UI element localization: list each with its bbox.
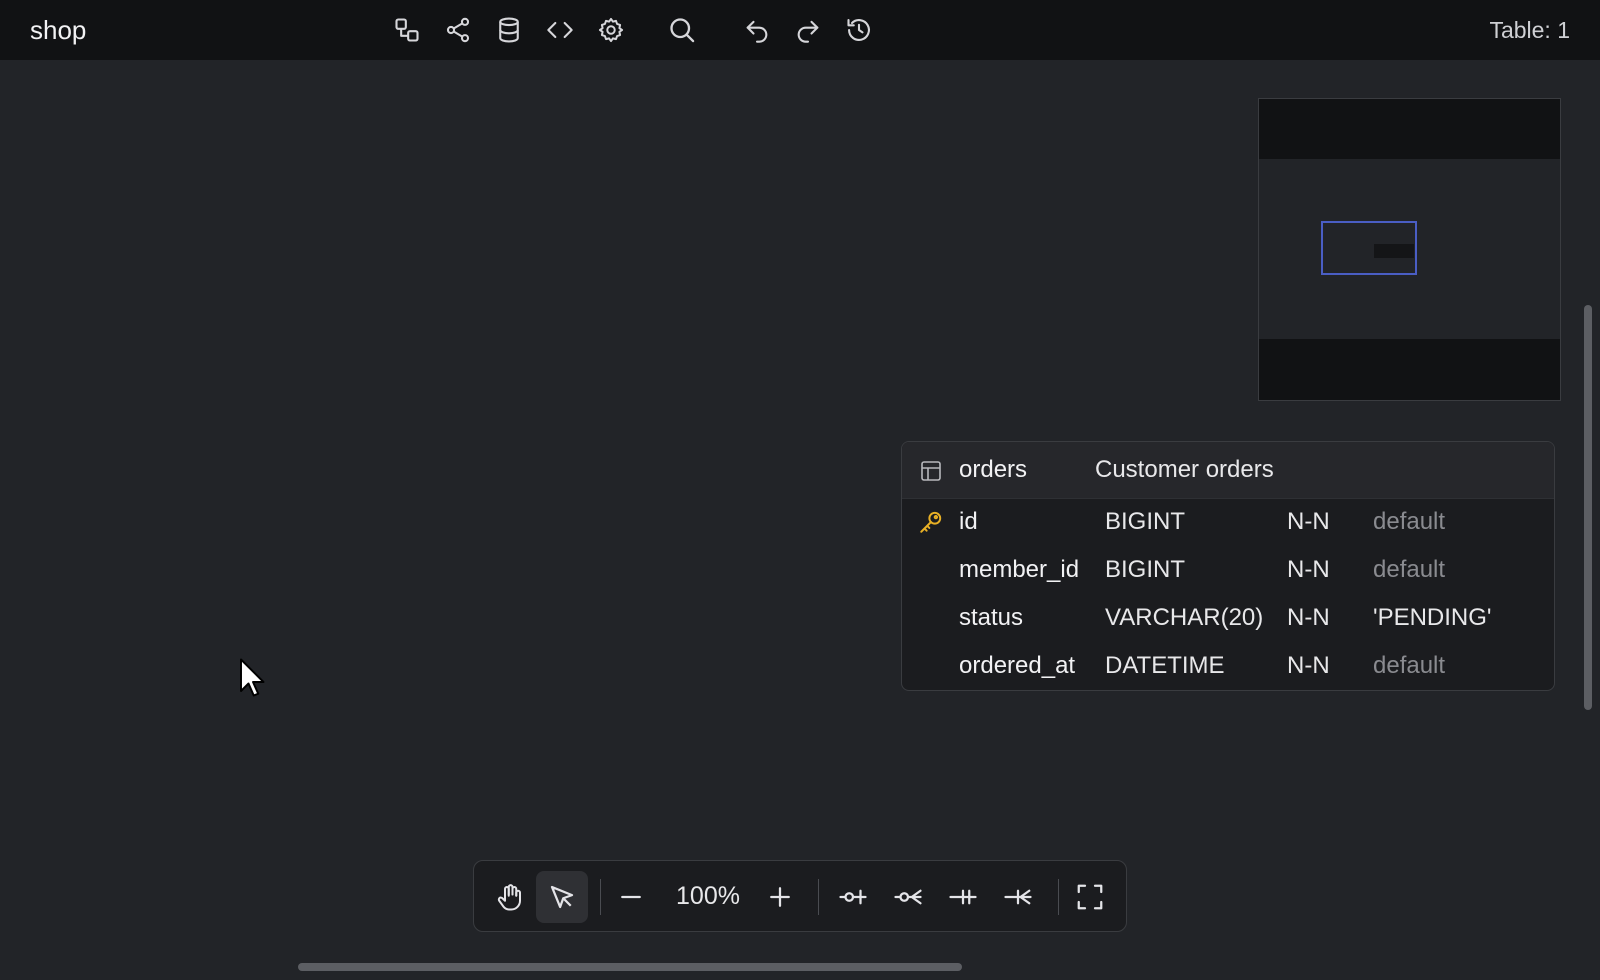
table-header[interactable]: orders Customer orders	[902, 442, 1554, 499]
settings-icon[interactable]	[594, 13, 628, 47]
column-type[interactable]: DATETIME	[1105, 652, 1225, 680]
zoom-out-icon[interactable]	[605, 871, 657, 923]
app-title: shop	[30, 15, 87, 45]
share-icon[interactable]	[441, 13, 475, 47]
table-card-orders[interactable]: orders Customer orders id BIGINT N-N defaul…	[901, 441, 1555, 691]
column-list: id BIGINT N-N default member_id BIGINT N-N defa…	[902, 499, 1554, 690]
vertical-scrollbar[interactable]	[1584, 305, 1592, 710]
column-type[interactable]: BIGINT	[1105, 508, 1185, 536]
one-to-many-icon[interactable]	[882, 871, 934, 923]
toolbar-divider	[600, 879, 601, 915]
column-name[interactable]: status	[959, 604, 1023, 632]
pointer-icon[interactable]	[536, 871, 588, 923]
top-bar: shop Table: 1	[0, 0, 1600, 60]
undo-icon[interactable]	[740, 13, 774, 47]
column-nullable[interactable]: N-N	[1287, 556, 1330, 584]
many-to-one-icon[interactable]	[992, 871, 1044, 923]
column-name[interactable]: id	[959, 508, 978, 536]
column-type[interactable]: BIGINT	[1105, 556, 1185, 584]
column-row[interactable]: ordered_at DATETIME N-N default	[902, 643, 1554, 690]
column-nullable[interactable]: N-N	[1287, 508, 1330, 536]
column-name[interactable]: member_id	[959, 556, 1079, 584]
column-nullable[interactable]: N-N	[1287, 652, 1330, 680]
minimap[interactable]	[1258, 98, 1561, 401]
column-default[interactable]: default	[1373, 652, 1445, 680]
mouse-cursor-icon	[240, 658, 265, 697]
one-to-one-identifying-icon[interactable]	[937, 871, 989, 923]
column-nullable[interactable]: N-N	[1287, 604, 1330, 632]
column-default[interactable]: default	[1373, 556, 1445, 584]
zoom-in-icon[interactable]	[754, 871, 806, 923]
search-icon[interactable]	[665, 13, 699, 47]
minimap-viewport[interactable]	[1321, 221, 1417, 275]
fullscreen-icon[interactable]	[1064, 871, 1116, 923]
relationship-icon[interactable]	[390, 13, 424, 47]
table-comment[interactable]: Customer orders	[1095, 456, 1274, 484]
database-icon[interactable]	[492, 13, 526, 47]
hand-icon[interactable]	[484, 871, 536, 923]
primary-key-icon	[918, 509, 944, 535]
horizontal-scrollbar[interactable]	[298, 963, 962, 971]
table-count: Table: 1	[1489, 17, 1570, 43]
column-row[interactable]: id BIGINT N-N default	[902, 499, 1554, 547]
table-icon	[921, 461, 941, 481]
column-default[interactable]: default	[1373, 508, 1445, 536]
column-row[interactable]: status VARCHAR(20) N-N 'PENDING'	[902, 595, 1554, 643]
table-name[interactable]: orders	[959, 456, 1027, 484]
code-icon[interactable]	[543, 13, 577, 47]
bottom-toolbar: 100%	[473, 860, 1127, 932]
column-name[interactable]: ordered_at	[959, 652, 1075, 680]
column-row[interactable]: member_id BIGINT N-N default	[902, 547, 1554, 595]
toolbar-divider	[1058, 879, 1059, 915]
toolbar-divider	[818, 879, 819, 915]
history-icon[interactable]	[842, 13, 876, 47]
column-type[interactable]: VARCHAR(20)	[1105, 604, 1263, 632]
one-to-one-icon[interactable]	[827, 871, 879, 923]
zoom-level[interactable]: 100%	[668, 882, 748, 911]
redo-icon[interactable]	[791, 13, 825, 47]
column-default[interactable]: 'PENDING'	[1373, 604, 1492, 632]
